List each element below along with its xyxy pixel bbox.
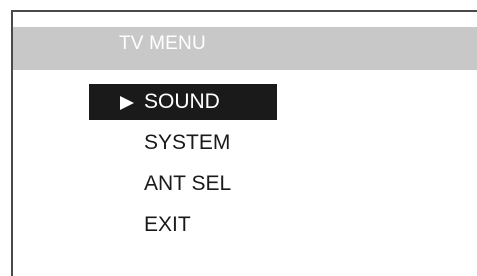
- menu-item-label: ANT SEL: [144, 172, 232, 195]
- menu-item-label: EXIT: [144, 213, 191, 236]
- menu-item-ant-sel[interactable]: ANT SEL: [89, 166, 277, 202]
- tv-menu-window: TV MENU SOUND SYSTEM ANT SEL EXIT: [11, 10, 477, 276]
- selector-arrow-icon: [120, 96, 134, 110]
- title-bar: TV MENU: [13, 27, 477, 70]
- menu-item-label: SOUND: [144, 90, 220, 113]
- menu-item-sound[interactable]: SOUND: [89, 84, 277, 120]
- menu-item-system[interactable]: SYSTEM: [89, 125, 277, 161]
- menu-title: TV MENU: [119, 33, 206, 54]
- menu-item-exit[interactable]: EXIT: [89, 207, 277, 243]
- menu-list: SOUND SYSTEM ANT SEL EXIT: [89, 84, 277, 248]
- menu-item-label: SYSTEM: [144, 131, 231, 154]
